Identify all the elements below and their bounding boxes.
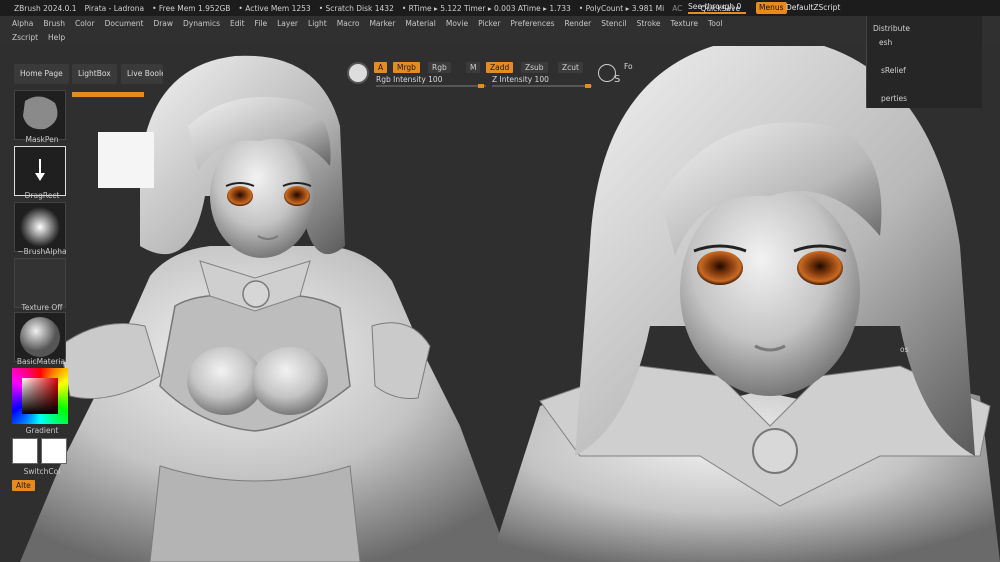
menu-render[interactable]: Render <box>561 18 598 30</box>
menu-brush[interactable]: Brush <box>39 18 71 30</box>
home-page-button[interactable]: Home Page <box>14 64 69 84</box>
title-bar: ZBrush 2024.0.1 Pirata - Ladrona • Free … <box>0 0 1000 16</box>
alpha-label: ~BrushAlpha <box>17 247 67 256</box>
z-intensity-fill <box>585 84 591 88</box>
z-intensity-track[interactable] <box>492 85 592 87</box>
menu-dynamics[interactable]: Dynamics <box>179 18 226 30</box>
rgb-intensity-track[interactable] <box>376 85 486 87</box>
brush-thumbnail[interactable] <box>14 90 66 140</box>
menu-alpha[interactable]: Alpha <box>0 18 39 30</box>
menu-bar: Alpha Brush Color Document Draw Dynamics… <box>0 16 1000 46</box>
lightbox-button[interactable]: LightBox <box>72 64 117 84</box>
app-title: ZBrush 2024.0.1 <box>14 3 77 13</box>
menu-movie[interactable]: Movie <box>442 18 474 30</box>
menu-zscript[interactable]: Zscript <box>0 32 44 44</box>
subtool-item-1[interactable]: os <box>900 345 909 354</box>
menu-light[interactable]: Light <box>304 18 333 30</box>
see-through-slider[interactable]: See-through 0 <box>688 2 741 11</box>
rgb-toggle[interactable]: Rgb <box>428 62 451 73</box>
main-color-swatch[interactable] <box>12 438 38 464</box>
properties-item[interactable]: perties <box>881 94 907 103</box>
ac-label: AC <box>672 3 683 13</box>
zsub-toggle[interactable]: Zsub <box>521 62 548 73</box>
relief-item[interactable]: sRelief <box>881 66 906 75</box>
texture-thumbnail[interactable] <box>14 258 66 308</box>
texture-label: Texture Off <box>21 303 63 312</box>
draw-size-label[interactable]: S <box>614 74 620 85</box>
tool-flyout-panel: Distribute esh sRelief perties <box>866 16 982 108</box>
left-tray: MaskPen DragRect ~BrushAlpha Texture Off… <box>12 90 68 562</box>
rgb-intensity-fill <box>478 84 484 88</box>
stroke-label: DragRect <box>24 191 60 200</box>
material-thumbnail[interactable] <box>14 312 66 362</box>
stroke-thumbnail[interactable] <box>14 146 66 196</box>
default-zscript-button[interactable]: DefaultZScript <box>786 3 840 12</box>
canvas-white-swatch <box>98 132 154 188</box>
menu-marker[interactable]: Marker <box>365 18 401 30</box>
right-figure <box>490 46 1000 562</box>
menu-color[interactable]: Color <box>71 18 101 30</box>
menu-stencil[interactable]: Stencil <box>597 18 632 30</box>
switch-color-label[interactable]: SwitchCol <box>12 467 72 476</box>
live-boolean-button[interactable]: Live Boolean <box>121 64 163 84</box>
document-name: Pirata - Ladrona <box>84 3 145 13</box>
menus-toggle-button[interactable]: Menus <box>756 2 787 14</box>
zcut-toggle[interactable]: Zcut <box>558 62 583 73</box>
free-mem-readout: • Free Mem 1.952GB <box>152 3 231 13</box>
menu-stroke[interactable]: Stroke <box>633 18 667 30</box>
z-intensity-label[interactable]: Z Intensity 100 <box>492 75 549 84</box>
timer-readout: • RTime ▸ 5.122 Timer ▸ 0.003 ATime ▸ 1.… <box>401 3 571 13</box>
menu-file[interactable]: File <box>251 18 274 30</box>
distribute-item[interactable]: Distribute <box>873 24 910 33</box>
menu-texture[interactable]: Texture <box>667 18 704 30</box>
polycount-readout: • PolyCount ▸ 3.981 Mi <box>578 3 665 13</box>
menu-preferences[interactable]: Preferences <box>506 18 560 30</box>
menu-row-2: Zscript Help <box>0 32 71 44</box>
sculpt-render <box>20 46 1000 562</box>
rgb-intensity-label[interactable]: Rgb Intensity 100 <box>376 75 442 84</box>
focal-shift-label[interactable]: Fo <box>624 62 633 71</box>
progress-bar <box>72 92 144 97</box>
color-picker[interactable] <box>12 368 68 424</box>
menu-document[interactable]: Document <box>101 18 150 30</box>
mesh-item[interactable]: esh <box>879 38 892 47</box>
zadd-toggle[interactable]: Zadd <box>486 62 514 73</box>
polypaint-item[interactable]: Polypaint <box>874 398 909 407</box>
menu-layer[interactable]: Layer <box>273 18 304 30</box>
left-figure <box>20 246 510 562</box>
secondary-color-swatch[interactable] <box>41 438 67 464</box>
m-toggle[interactable]: M <box>466 62 481 73</box>
alpha-thumbnail[interactable] <box>14 202 66 252</box>
document-canvas[interactable] <box>0 46 1000 562</box>
menu-row-1: Alpha Brush Color Document Draw Dynamics… <box>0 18 729 30</box>
gradient-label: Gradient <box>25 426 59 435</box>
menu-macro[interactable]: Macro <box>333 18 366 30</box>
brush-label: MaskPen <box>25 135 59 144</box>
menu-help[interactable]: Help <box>44 32 71 44</box>
menu-picker[interactable]: Picker <box>474 18 506 30</box>
active-mem-readout: • Active Mem 1253 <box>238 3 311 13</box>
menu-edit[interactable]: Edit <box>226 18 251 30</box>
swirl-icon[interactable] <box>347 62 369 84</box>
subtool-item-2[interactable]: Ta t <box>878 379 891 388</box>
menu-material[interactable]: Material <box>401 18 441 30</box>
menu-draw[interactable]: Draw <box>149 18 179 30</box>
mrgb-toggle[interactable]: Mrgb <box>393 62 420 73</box>
scratch-disk-readout: • Scratch Disk 1432 <box>318 3 394 13</box>
menu-tool[interactable]: Tool <box>704 18 729 30</box>
left-head <box>140 55 345 258</box>
a-toggle[interactable]: A <box>374 62 388 73</box>
alternate-button[interactable]: Alte <box>12 480 35 491</box>
see-through-bar[interactable] <box>688 12 746 14</box>
material-label: BasicMaterial <box>16 357 68 366</box>
